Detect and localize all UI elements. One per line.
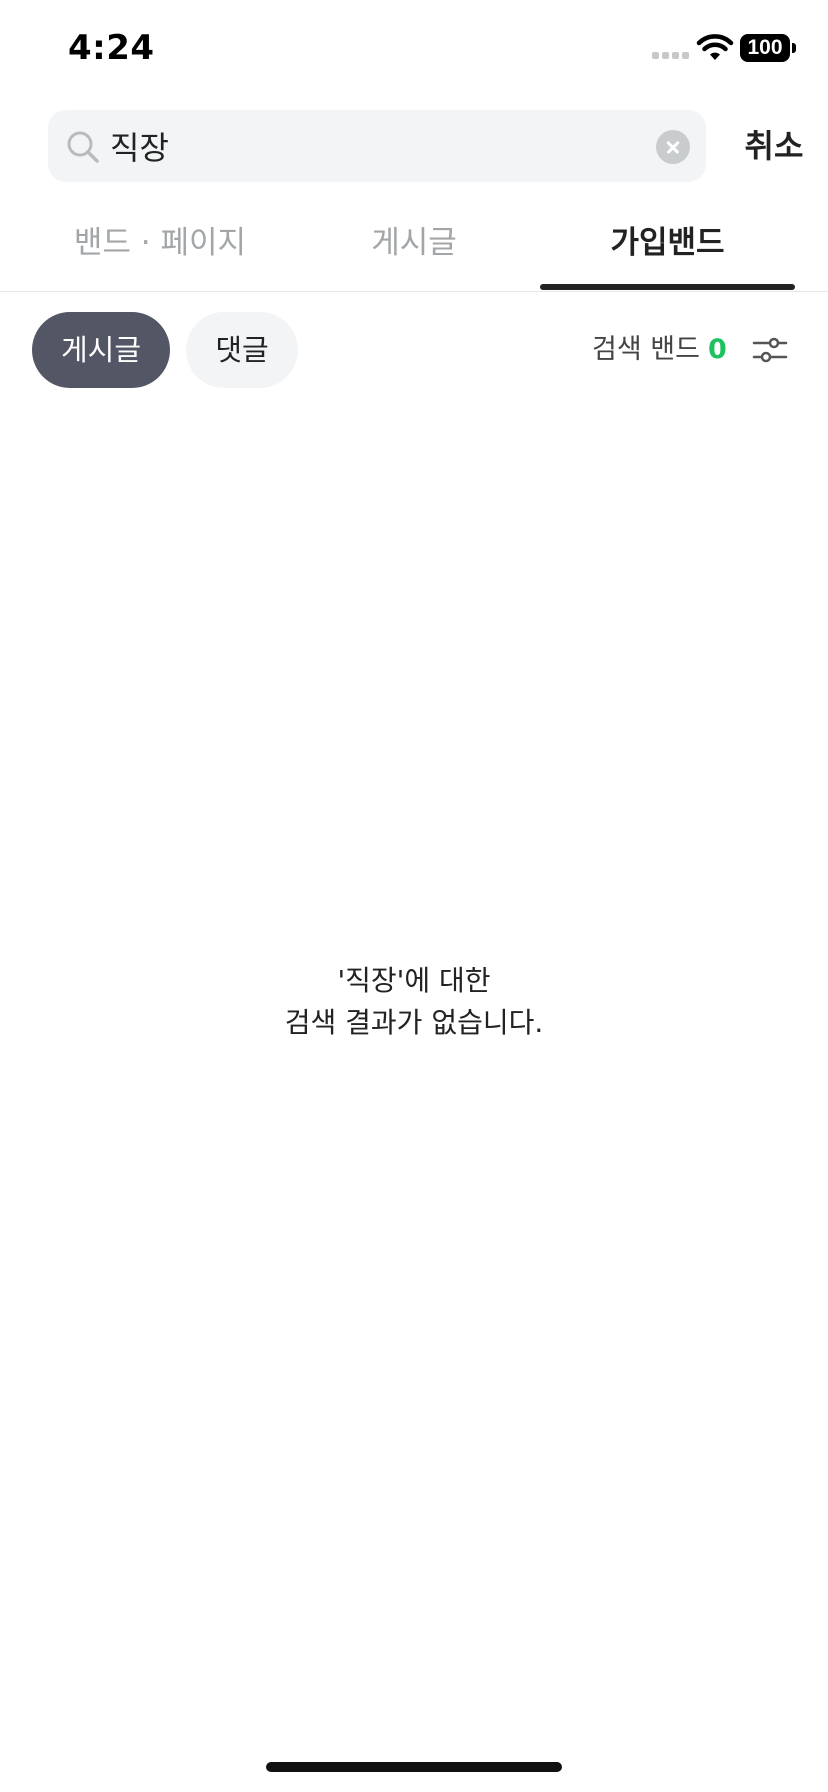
search-band-filter[interactable]: 검색 밴드 0: [592, 328, 727, 372]
search-icon: [67, 131, 99, 163]
active-tab-indicator: [540, 284, 795, 290]
chip-comments[interactable]: 댓글: [186, 312, 298, 388]
battery-cap: [792, 43, 796, 53]
tab-posts[interactable]: 게시글: [296, 208, 532, 288]
filter-sliders-icon[interactable]: [752, 332, 788, 368]
tab-bands-pages[interactable]: 밴드 · 페이지: [40, 208, 280, 288]
tabs-divider: [0, 291, 828, 292]
empty-state-message: '직장'에 대한 검색 결과가 없습니다.: [0, 960, 828, 1044]
empty-state-line-2: 검색 결과가 없습니다.: [284, 1006, 544, 1039]
status-bar: 4:24 100: [0, 0, 828, 100]
cancel-button[interactable]: 취소: [734, 122, 814, 170]
wifi-icon: [696, 34, 734, 60]
search-input[interactable]: [110, 110, 630, 182]
battery-indicator: 100: [740, 34, 790, 62]
tab-joined-bands[interactable]: 가입밴드: [540, 208, 795, 288]
search-bar[interactable]: [48, 110, 706, 182]
search-band-count: 0: [707, 334, 727, 365]
search-screen: 4:24 100 취소 밴드 · 페이지 게시글 가입밴드 게시글 댓글 검색 …: [0, 0, 828, 1792]
cellular-signal-icon: [652, 52, 689, 59]
chip-posts[interactable]: 게시글: [32, 312, 170, 388]
search-band-label: 검색 밴드: [592, 334, 700, 365]
clear-icon[interactable]: [656, 130, 690, 164]
empty-state-line-1: '직장'에 대한: [337, 964, 491, 997]
home-indicator[interactable]: [266, 1762, 562, 1772]
search-tabs: 밴드 · 페이지 게시글 가입밴드: [0, 208, 828, 292]
status-time: 4:24: [68, 28, 155, 68]
